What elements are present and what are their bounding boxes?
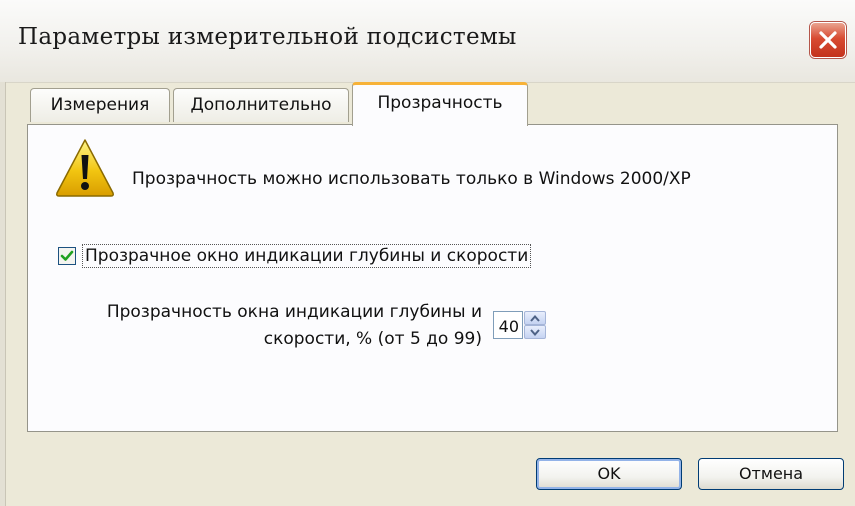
- tab-advanced[interactable]: Дополнительно: [173, 88, 349, 122]
- opacity-label-line2: скорости, % (от 5 до 99): [263, 329, 482, 349]
- close-button[interactable]: [810, 22, 846, 58]
- arrow-up-icon: [530, 315, 540, 322]
- transparent-window-checkbox[interactable]: [58, 247, 76, 265]
- spin-up-button[interactable]: [524, 311, 546, 325]
- close-icon: [819, 31, 837, 49]
- opacity-label: Прозрачность окна индикации глубины и ск…: [107, 299, 482, 353]
- warning-icon: [56, 139, 114, 197]
- window-title: Параметры измерительной подсистемы: [18, 24, 517, 50]
- dialog-window: Параметры измерительной подсистемы Измер…: [0, 0, 855, 506]
- opacity-label-line1: Прозрачность окна индикации глубины и: [106, 302, 482, 322]
- warning-message: Прозрачность можно использовать только в…: [132, 169, 691, 189]
- title-bar[interactable]: Параметры измерительной подсистемы: [0, 0, 855, 83]
- tab-measurements[interactable]: Измерения: [30, 88, 170, 122]
- spin-down-button[interactable]: [524, 325, 546, 339]
- cancel-button[interactable]: Отмена: [698, 458, 844, 490]
- transparent-window-checkbox-row[interactable]: Прозрачное окно индикации глубины и скор…: [58, 241, 532, 271]
- ok-button[interactable]: OK: [536, 458, 682, 490]
- window-border: [0, 82, 6, 506]
- transparent-window-checkbox-label[interactable]: Прозрачное окно индикации глубины и скор…: [82, 244, 532, 268]
- opacity-spin-input[interactable]: [493, 311, 523, 339]
- opacity-spinner: [524, 311, 546, 339]
- tab-transparency[interactable]: Прозрачность: [352, 82, 528, 126]
- arrow-down-icon: [530, 329, 540, 336]
- tab-panel-transparency: Прозрачность можно использовать только в…: [27, 124, 838, 432]
- checkmark-icon: [60, 250, 74, 261]
